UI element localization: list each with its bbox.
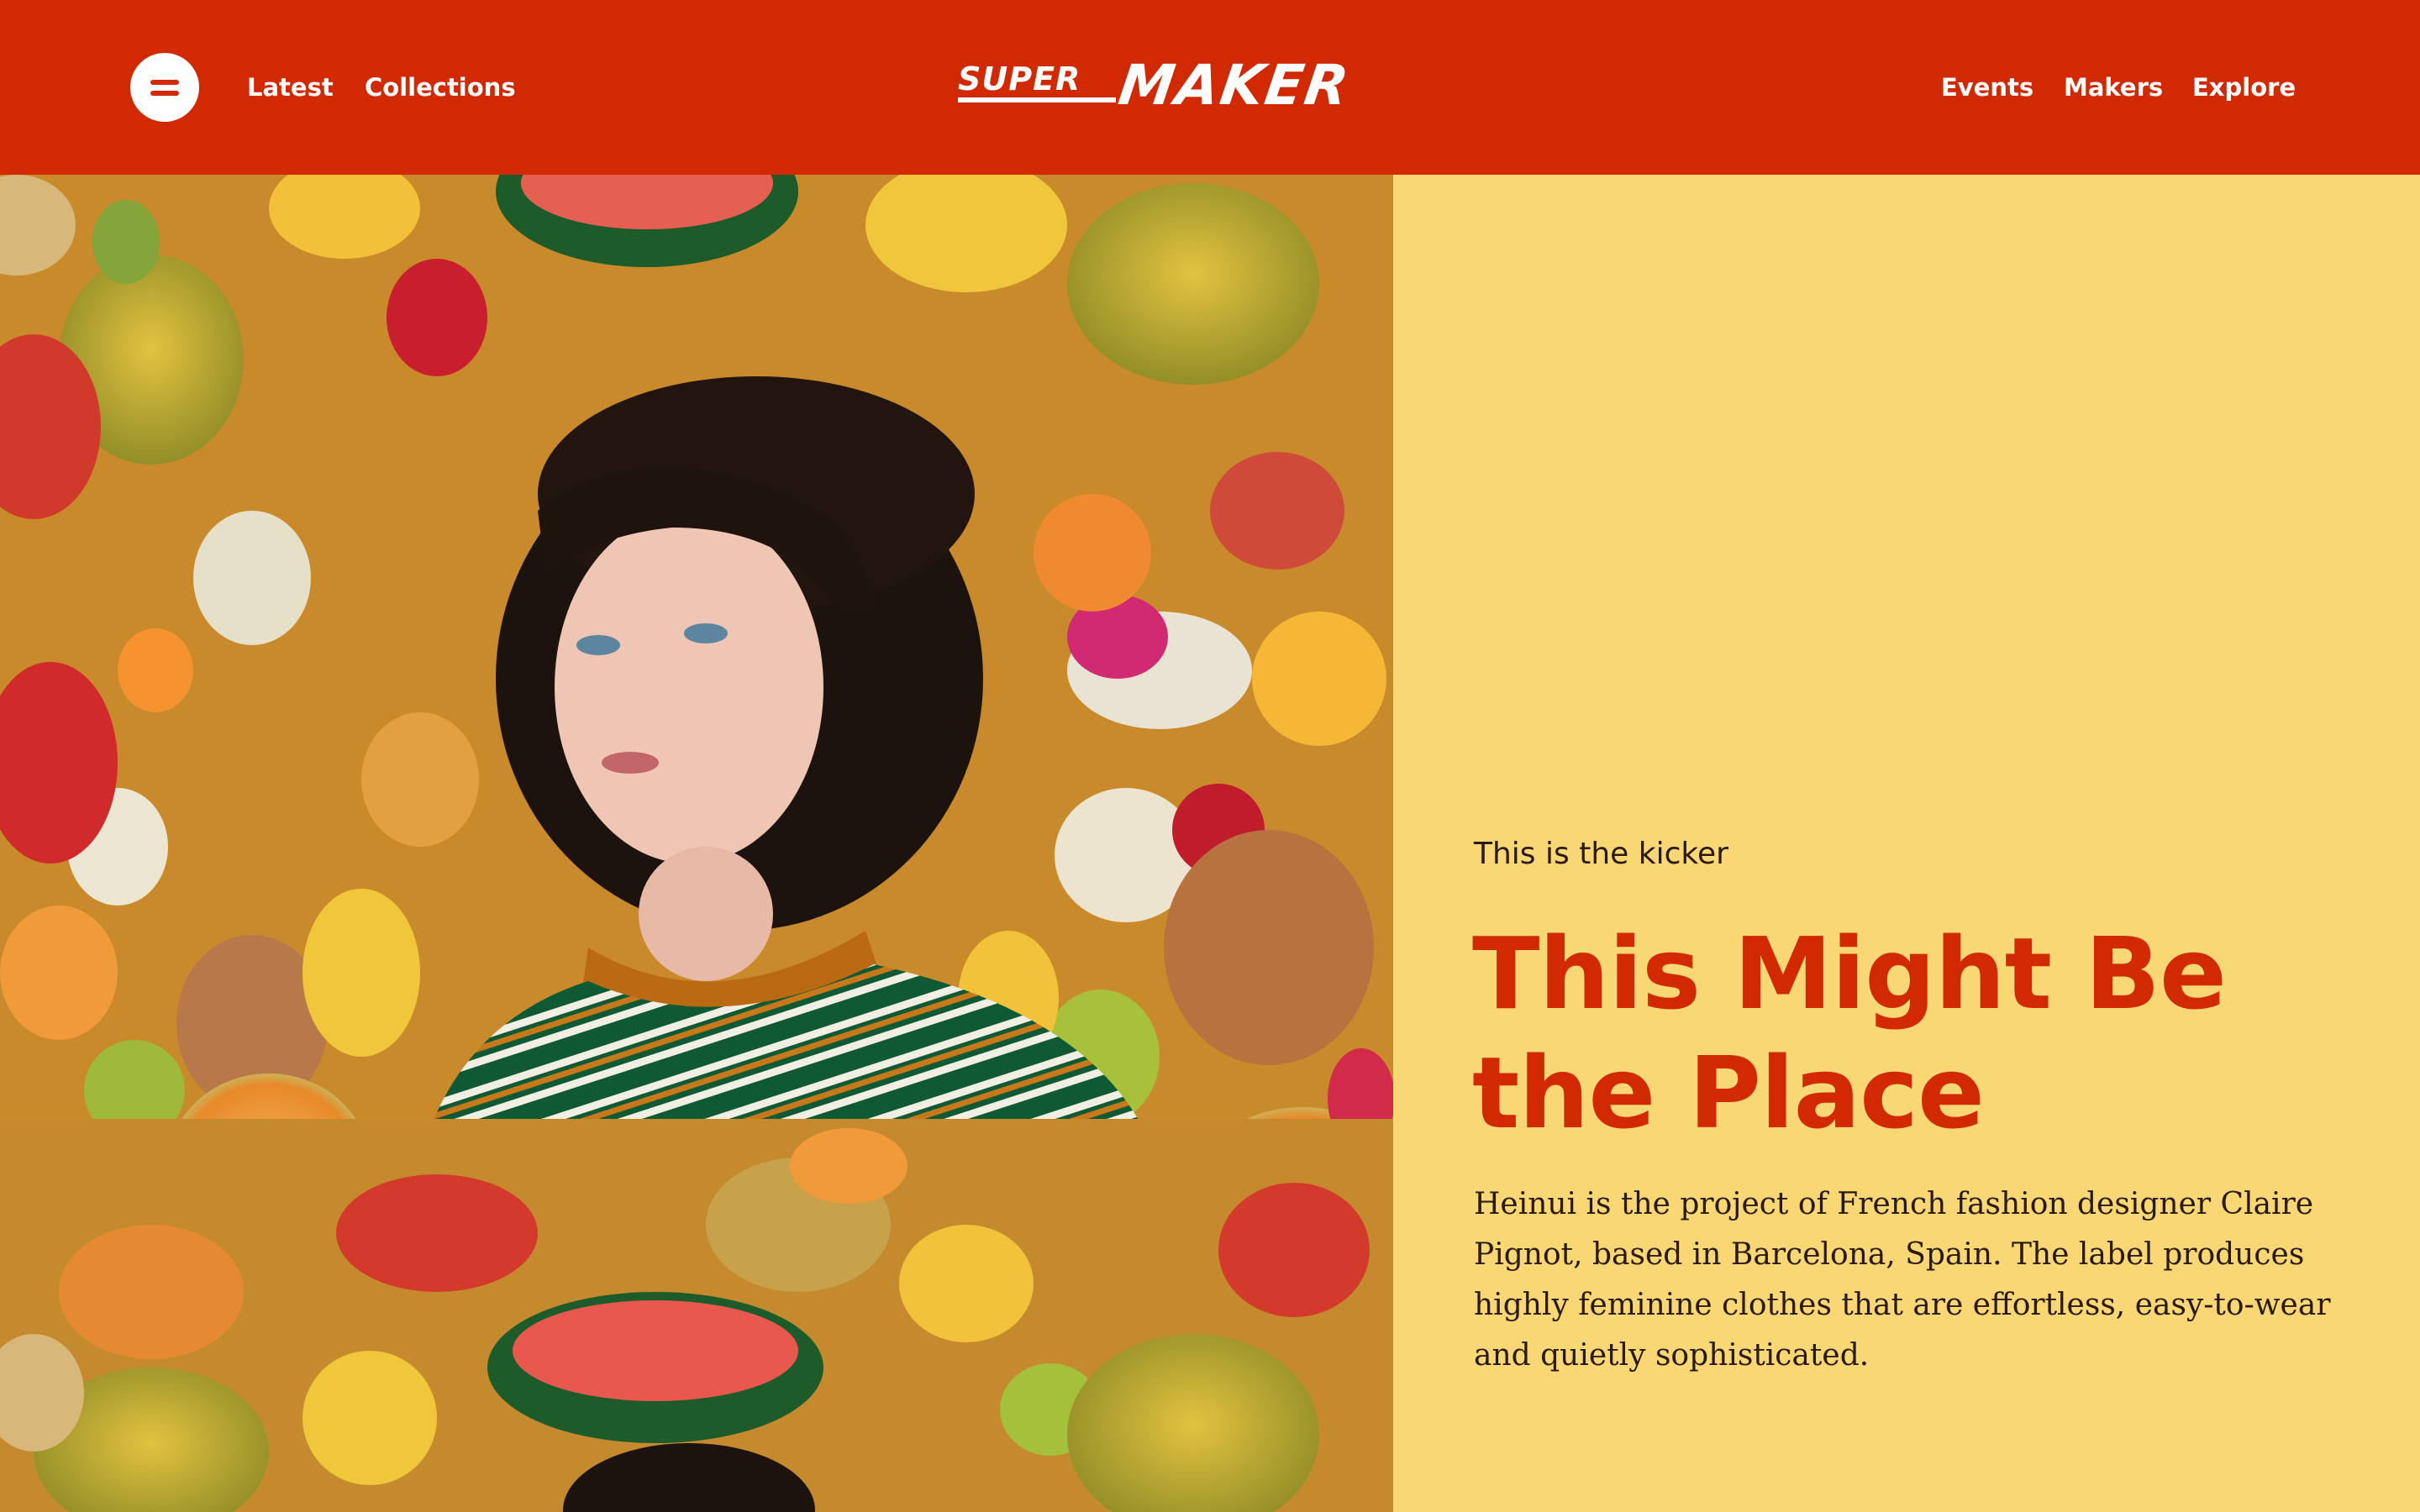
nav-link-collections[interactable]: Collections: [365, 71, 516, 104]
logo-maker-text: MAKER: [1114, 53, 1355, 118]
article-headline[interactable]: This Might Be the Place: [1472, 914, 2363, 1152]
nav-link-makers[interactable]: Makers: [2064, 71, 2163, 104]
fruit-portrait-illustration: [0, 175, 1393, 1512]
nav-link-explore[interactable]: Explore: [2192, 71, 2296, 104]
nav-link-latest[interactable]: Latest: [247, 71, 334, 104]
hero-image: [0, 175, 1393, 1512]
logo-super-text: SUPER: [958, 60, 1081, 97]
menu-bar: [150, 91, 179, 96]
hamburger-menu-icon[interactable]: [130, 53, 199, 122]
logo-underline: [958, 97, 1116, 102]
site-logo[interactable]: SUPER MAKER: [958, 53, 1462, 118]
nav-link-events[interactable]: Events: [1941, 71, 2033, 104]
menu-bar: [150, 80, 179, 85]
site-header: Latest Collections SUPER MAKER Events Ma…: [0, 0, 2420, 175]
article-body: Heinui is the project of French fashion …: [1474, 1187, 2331, 1373]
article-kicker: This is the kicker: [1474, 837, 1728, 871]
article-panel: This is the kicker This Might Be the Pla…: [1393, 175, 2420, 1512]
